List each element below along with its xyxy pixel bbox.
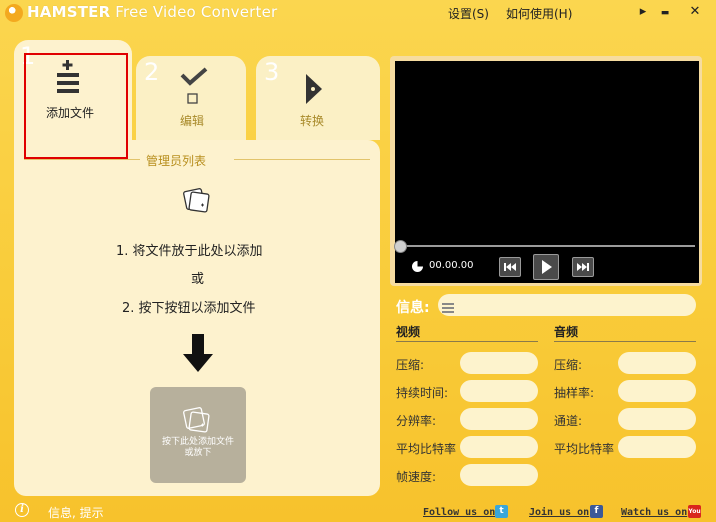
audio-field-value xyxy=(618,436,696,458)
down-arrow-icon xyxy=(183,334,213,374)
info-label: 信息: xyxy=(396,300,430,316)
play-arrow-icon xyxy=(303,72,325,106)
play-icon xyxy=(542,260,552,274)
hamster-logo-icon xyxy=(5,4,23,22)
audio-field-label: 通道: xyxy=(554,414,583,428)
panel-title: 管理员列表 xyxy=(146,154,207,168)
step-label-convert: 转换 xyxy=(300,114,325,128)
video-field-label: 压缩: xyxy=(396,358,425,372)
audio-section-title: 音频 xyxy=(554,325,579,339)
video-section-title: 视频 xyxy=(396,325,421,339)
audio-field-value xyxy=(618,380,696,402)
menu-help[interactable]: 如何使用(H) xyxy=(506,5,572,22)
audio-field-label: 压缩: xyxy=(554,358,583,372)
watch-us-link[interactable]: Watch us on xyxy=(621,507,687,518)
rewind-button[interactable] xyxy=(499,257,521,277)
fast-forward-button[interactable] xyxy=(572,257,594,277)
audio-field-value xyxy=(618,408,696,430)
video-field-label: 分辨率: xyxy=(396,414,437,428)
video-field-label: 平均比特率 xyxy=(396,442,457,456)
step-number-3: 3 xyxy=(264,58,280,86)
video-field-value xyxy=(460,464,538,486)
twitter-icon[interactable]: t xyxy=(495,505,508,518)
title-divider-left xyxy=(24,159,140,160)
time-display: 00.00.00 xyxy=(429,260,474,271)
video-divider xyxy=(396,341,538,342)
status-text: 信息, 提示 xyxy=(48,506,104,520)
rewind-icon xyxy=(504,263,516,271)
video-field-value xyxy=(460,352,538,374)
audio-divider xyxy=(554,341,696,342)
info-icon: i xyxy=(15,503,29,517)
info-bar xyxy=(438,294,696,316)
title-divider-right xyxy=(234,159,370,160)
youtube-icon[interactable]: You xyxy=(688,505,701,518)
facebook-icon[interactable]: f xyxy=(590,505,603,518)
video-field-value xyxy=(460,380,538,402)
seek-track[interactable] xyxy=(397,245,695,247)
audio-field-label: 平均比特率 xyxy=(554,442,615,456)
instruction-2: 2. 按下按钮以添加文件 xyxy=(122,301,256,316)
instruction-1: 1. 将文件放于此处以添加 xyxy=(116,244,263,259)
step-number-2: 2 xyxy=(144,58,160,86)
minimize-button[interactable]: ▬ xyxy=(656,8,674,18)
photos-icon xyxy=(182,405,212,435)
menu-arrow-icon[interactable]: ▸ xyxy=(634,4,652,19)
join-us-link[interactable]: Join us on xyxy=(529,507,589,518)
photos-icon xyxy=(182,186,212,214)
video-field-label: 持续时间: xyxy=(396,386,449,400)
follow-us-link[interactable]: Follow us on xyxy=(423,507,495,518)
selection-highlight xyxy=(24,53,128,159)
close-button[interactable]: ✕ xyxy=(686,4,704,19)
clock-icon xyxy=(412,261,423,272)
audio-field-value xyxy=(618,352,696,374)
video-preview xyxy=(395,61,699,283)
audio-field-label: 抽样率: xyxy=(554,386,595,400)
fast-forward-icon xyxy=(577,263,589,271)
drop-zone-text: 按下此处添加文件 或放下 xyxy=(161,437,234,458)
list-icon xyxy=(442,299,454,313)
menu-settings[interactable]: 设置(S) xyxy=(448,5,489,22)
app-title: HAMSTER Free Video Converter xyxy=(27,3,278,21)
video-field-value xyxy=(460,436,538,458)
video-field-value xyxy=(460,408,538,430)
seek-handle[interactable] xyxy=(394,240,407,253)
instruction-or: 或 xyxy=(191,272,205,287)
step-label-edit: 编辑 xyxy=(180,114,205,128)
video-field-label: 帧速度: xyxy=(396,470,437,484)
play-button[interactable] xyxy=(533,254,559,280)
check-box-icon xyxy=(180,66,210,106)
